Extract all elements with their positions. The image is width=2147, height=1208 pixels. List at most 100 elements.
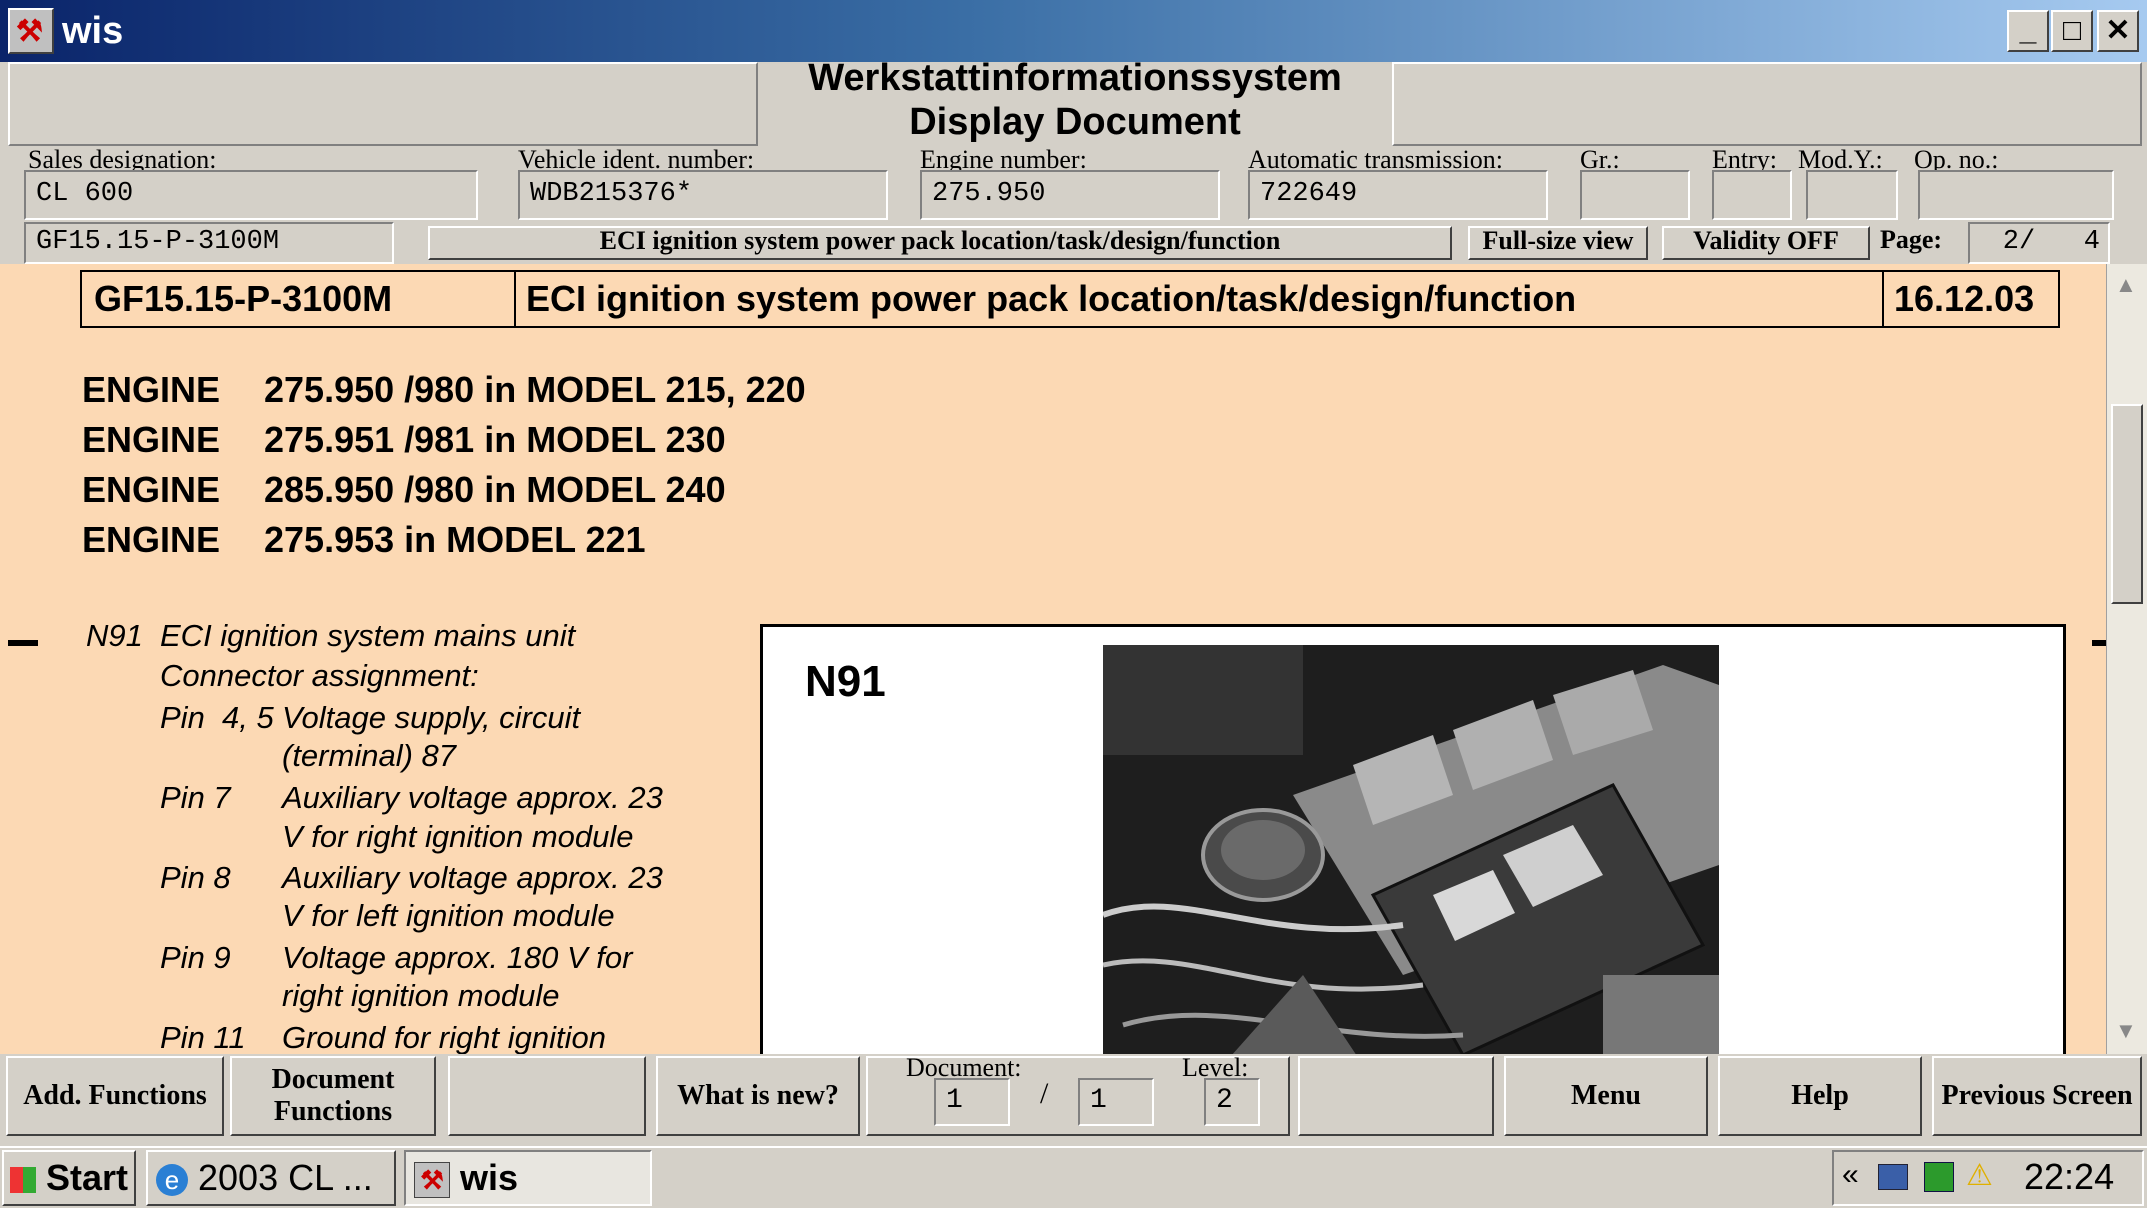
engine-model: 275.951 /981 in MODEL 230 [264, 419, 726, 460]
taskbar-item-label: 2003 CL ... [198, 1157, 373, 1198]
empty-toolbar-button[interactable] [448, 1056, 646, 1136]
taskbar-item-label: wis [460, 1157, 519, 1198]
pin-number: Pin 4, 5 [160, 700, 274, 735]
empty-toolbar-button[interactable] [1298, 1056, 1494, 1136]
pin-description: V for left ignition module [282, 898, 615, 933]
validity-button[interactable]: Validity OFF [1662, 226, 1870, 260]
scroll-up-icon[interactable]: ▲ [2115, 272, 2137, 298]
change-marker [8, 640, 38, 646]
windows-logo-icon [10, 1167, 36, 1194]
sales-designation-field[interactable]: CL 600 [24, 170, 478, 220]
document-number-field[interactable]: 1 [934, 1078, 1010, 1126]
help-button[interactable]: Help [1718, 1056, 1922, 1136]
document-total-field: 1 [1078, 1078, 1154, 1126]
warning-icon[interactable]: ⚠ [1966, 1158, 1993, 1193]
page-label: Page: [1880, 225, 1943, 254]
document-date: 16.12.03 [1894, 278, 2035, 319]
figure-label: N91 [805, 657, 886, 706]
connector-heading: Connector assignment: [160, 658, 479, 693]
engine-row: ENGINE 275.950 /980 in MODEL 215, 220 [82, 368, 806, 412]
system-title: Werkstattinformationssystem [808, 57, 1342, 99]
display-document-title: Display Document [909, 101, 1241, 143]
component-name: ECI ignition system mains unit [160, 618, 576, 653]
page-title: Werkstattinformationssystem Display Docu… [760, 56, 1390, 144]
hardware-icon[interactable] [1924, 1162, 1954, 1192]
pin-number: Pin 8 [160, 860, 231, 895]
browser-icon: e [156, 1164, 188, 1197]
vertical-scrollbar[interactable]: ▲ ▼ [2106, 264, 2147, 1054]
minimize-icon: _ [2019, 14, 2037, 47]
scroll-thumb[interactable] [2111, 404, 2143, 604]
pin-number: Pin 7 [160, 780, 231, 815]
taskbar-item-browser[interactable]: e 2003 CL ... [146, 1150, 396, 1206]
engine-row: ENGINE 285.950 /980 in MODEL 240 [82, 468, 726, 512]
engine-model: 275.950 /980 in MODEL 215, 220 [264, 369, 806, 410]
vin-field[interactable]: WDB215376* [518, 170, 888, 220]
mod-year-field[interactable] [1806, 170, 1898, 220]
engine-label: ENGINE [82, 419, 221, 460]
level-field[interactable]: 2 [1204, 1078, 1260, 1126]
document-title: ECI ignition system power pack location/… [526, 278, 1577, 319]
document-content[interactable]: GF15.15-P-3100M ECI ignition system powe… [0, 264, 2106, 1054]
gr-field[interactable] [1580, 170, 1690, 220]
pin-description: Auxiliary voltage approx. 23 [282, 860, 663, 895]
full-size-view-button[interactable]: Full-size view [1468, 226, 1648, 260]
pin-description: (terminal) 87 [282, 738, 456, 773]
wis-icon: ⚒ [414, 1162, 450, 1199]
whats-new-button[interactable]: What is new? [656, 1056, 860, 1136]
engine-row: ENGINE 275.951 /981 in MODEL 230 [82, 418, 726, 462]
document-header-table: GF15.15-P-3100M ECI ignition system powe… [80, 270, 2060, 328]
doc-id-field[interactable]: GF15.15-P-3100M [24, 222, 394, 264]
engine-label: ENGINE [82, 519, 221, 560]
close-button[interactable]: ✕ [2097, 10, 2139, 52]
start-button[interactable]: Start [2, 1150, 136, 1206]
engine-number-field[interactable]: 275.950 [920, 170, 1220, 220]
document-functions-button[interactable]: Document Functions [230, 1056, 436, 1136]
pin-description: Voltage supply, circuit [282, 700, 581, 735]
minimize-button[interactable]: _ [2007, 10, 2049, 52]
pin-description: right ignition module [282, 978, 560, 1013]
pin-number: Pin 9 [160, 940, 231, 975]
network-icon[interactable] [1878, 1164, 1908, 1190]
title-bar[interactable] [0, 0, 2147, 62]
automatic-transmission-field[interactable]: 722649 [1248, 170, 1548, 220]
maximize-button[interactable]: □ [2051, 10, 2093, 52]
scroll-down-icon[interactable]: ▼ [2115, 1018, 2137, 1044]
maximize-icon: □ [2062, 14, 2082, 47]
document-id: GF15.15-P-3100M [94, 278, 393, 319]
add-functions-button[interactable]: Add. Functions [6, 1056, 224, 1136]
system-tray: « ⚠ 22:24 [1832, 1150, 2144, 1206]
window-title: wis [62, 10, 124, 52]
engine-model: 275.953 in MODEL 221 [264, 519, 646, 560]
app-icon[interactable]: ⚒ [8, 8, 54, 54]
previous-screen-button[interactable]: Previous Screen [1932, 1056, 2142, 1136]
component-code: N91 [86, 618, 143, 653]
pin-number: Pin 11 [160, 1020, 246, 1054]
header-left-panel [8, 62, 758, 146]
figure[interactable]: N91 [760, 624, 2066, 1054]
document-separator: / [1040, 1077, 1049, 1110]
change-marker [2092, 640, 2106, 646]
pin-description: Ground for right ignition [282, 1020, 606, 1054]
header-right-panel [1392, 62, 2142, 146]
pin-description: V for right ignition module [282, 819, 634, 854]
engine-label: ENGINE [82, 369, 221, 410]
op-no-field[interactable] [1918, 170, 2114, 220]
entry-field[interactable] [1712, 170, 1792, 220]
engine-row: ENGINE 275.953 in MODEL 221 [82, 518, 646, 562]
doc-title-button[interactable]: ECI ignition system power pack location/… [428, 226, 1452, 260]
tray-expand-icon[interactable]: « [1842, 1158, 1859, 1192]
engine-photo [1103, 645, 1719, 1054]
menu-button[interactable]: Menu [1504, 1056, 1708, 1136]
pin-description: Auxiliary voltage approx. 23 [282, 780, 663, 815]
divider [1882, 272, 1884, 326]
page-indicator: 2/ 4 [1968, 222, 2110, 264]
close-icon: ✕ [2105, 14, 2131, 47]
engine-label: ENGINE [82, 469, 221, 510]
divider [514, 272, 516, 326]
start-label: Start [46, 1157, 129, 1198]
pin-description: Voltage approx. 180 V for [282, 940, 633, 975]
taskbar-item-wis[interactable]: ⚒ wis [404, 1150, 652, 1206]
engine-model: 285.950 /980 in MODEL 240 [264, 469, 726, 510]
clock: 22:24 [2024, 1156, 2115, 1197]
